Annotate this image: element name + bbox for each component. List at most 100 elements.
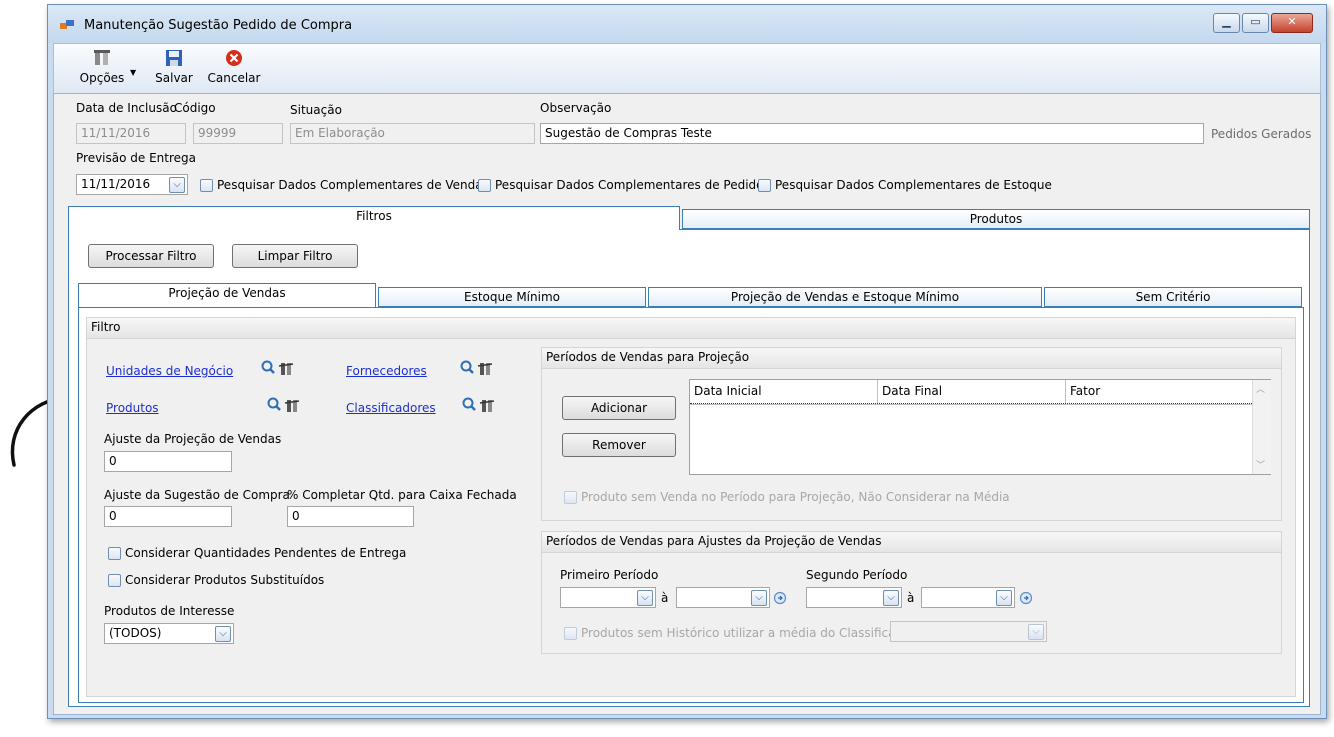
consider-substitutes-checkbox[interactable] bbox=[108, 574, 121, 587]
classifier-select[interactable]: ⌵ bbox=[890, 621, 1047, 642]
maximize-button[interactable]: ▭ bbox=[1242, 13, 1269, 33]
chevron-down-icon[interactable]: ⌵ bbox=[637, 590, 653, 606]
minimize-button[interactable]: ▁ bbox=[1213, 13, 1240, 33]
tab-projection-and-minimum-stock[interactable]: Projeção de Vendas e Estoque Mínimo bbox=[648, 287, 1042, 307]
first-period-start-field[interactable]: ⌵ bbox=[560, 587, 656, 608]
no-sales-label: Produto sem Venda no Período para Projeç… bbox=[581, 490, 1010, 504]
options-button[interactable]: Opções ▼ bbox=[72, 48, 136, 85]
filter-group-title: Filtro bbox=[87, 318, 1295, 339]
products-interest-label: Produtos de Interesse bbox=[104, 604, 235, 618]
inclusion-date-label: Data de Inclusão bbox=[76, 101, 177, 115]
code-label: Código bbox=[174, 101, 216, 115]
second-period-start-field[interactable]: ⌵ bbox=[806, 587, 902, 608]
check-order-label: Pesquisar Dados Complementares de Pedido bbox=[495, 178, 764, 192]
delivery-forecast-label: Previsão de Entrega bbox=[76, 151, 197, 165]
projection-periods-title: Períodos de Vendas para Projeção bbox=[542, 348, 1281, 369]
second-period-label: Segundo Período bbox=[806, 568, 908, 582]
search-icon[interactable] bbox=[261, 360, 297, 376]
sales-projection-adjust-label: Ajuste da Projeção de Vendas bbox=[104, 432, 282, 446]
chevron-up-icon[interactable]: ︿ bbox=[1256, 382, 1265, 395]
clear-date-icon[interactable] bbox=[1019, 591, 1033, 605]
close-button[interactable]: ✕ bbox=[1271, 13, 1313, 33]
check-order-checkbox[interactable] bbox=[478, 179, 491, 192]
check-stock-label: Pesquisar Dados Complementares de Estoqu… bbox=[775, 178, 1052, 192]
first-period-to-label: à bbox=[661, 591, 669, 605]
grid-scrollbar[interactable]: ︿ ﹀ bbox=[1252, 380, 1271, 474]
products-link[interactable]: Produtos bbox=[106, 401, 159, 415]
no-history-checkbox[interactable] bbox=[564, 627, 577, 640]
consider-pending-label: Considerar Quantidades Pendentes de Entr… bbox=[125, 546, 407, 560]
tab-no-criteria[interactable]: Sem Critério bbox=[1044, 287, 1302, 307]
delivery-forecast-value: 11/11/2016 bbox=[81, 177, 151, 191]
second-period-end-field[interactable]: ⌵ bbox=[921, 587, 1015, 608]
check-sales-checkbox[interactable] bbox=[200, 179, 213, 192]
first-period-end-field[interactable]: ⌵ bbox=[676, 587, 770, 608]
no-sales-checkbox[interactable] bbox=[564, 491, 577, 504]
toolbar: Opções ▼ Salvar Cancelar bbox=[53, 43, 1321, 95]
no-history-label: Produtos sem Histórico utilizar a média … bbox=[581, 626, 916, 640]
second-period-to-label: à bbox=[907, 591, 915, 605]
process-filter-button[interactable]: Processar Filtro bbox=[88, 244, 214, 268]
clear-filter-button[interactable]: Limpar Filtro bbox=[232, 244, 358, 268]
code-field[interactable]: 99999 bbox=[193, 123, 283, 144]
chevron-down-icon[interactable]: ⌵ bbox=[215, 626, 231, 642]
search-icon[interactable] bbox=[460, 360, 496, 376]
cancel-icon bbox=[226, 50, 242, 66]
options-label: Opções bbox=[79, 71, 125, 85]
grid-header: Data Inicial Data Final Fator bbox=[690, 380, 1252, 405]
adjust-periods-title: Períodos de Vendas para Ajustes da Proje… bbox=[542, 532, 1281, 553]
notes-label: Observação bbox=[540, 101, 612, 115]
purchase-suggestion-adjust-field[interactable]: 0 bbox=[104, 506, 232, 527]
tools-icon bbox=[94, 50, 110, 65]
check-stock-checkbox[interactable] bbox=[758, 179, 771, 192]
column-start-date[interactable]: Data Inicial bbox=[690, 380, 878, 404]
cancel-label: Cancelar bbox=[207, 71, 261, 85]
notes-field[interactable]: Sugestão de Compras Teste bbox=[540, 123, 1204, 144]
status-field[interactable]: Em Elaboração bbox=[290, 123, 535, 144]
clear-date-icon[interactable] bbox=[773, 591, 787, 605]
chevron-down-icon[interactable]: ⌵ bbox=[751, 590, 767, 606]
add-period-button[interactable]: Adicionar bbox=[562, 396, 676, 420]
check-sales-label: Pesquisar Dados Complementares de Venda bbox=[217, 178, 483, 192]
first-period-label: Primeiro Período bbox=[560, 568, 659, 582]
complete-box-field[interactable]: 0 bbox=[287, 506, 414, 527]
delivery-forecast-field[interactable]: 11/11/2016 ⌵ bbox=[76, 174, 188, 195]
chevron-down-icon[interactable]: ⌵ bbox=[1028, 624, 1044, 640]
column-end-date[interactable]: Data Final bbox=[878, 380, 1066, 404]
orders-generated-label: Pedidos Gerados bbox=[1211, 127, 1312, 141]
chevron-down-icon[interactable]: ▼ bbox=[130, 68, 136, 77]
tab-sales-projection[interactable]: Projeção de Vendas bbox=[78, 283, 376, 307]
title-bar: Manutenção Sugestão Pedido de Compra ▁ ▭… bbox=[48, 5, 1326, 43]
consider-pending-checkbox[interactable] bbox=[108, 547, 121, 560]
complete-box-label: % Completar Qtd. para Caixa Fechada bbox=[287, 488, 517, 502]
purchase-suggestion-adjust-label: Ajuste da Sugestão de Compra bbox=[104, 488, 290, 502]
search-icon[interactable] bbox=[462, 397, 498, 413]
window-title: Manutenção Sugestão Pedido de Compra bbox=[84, 18, 353, 33]
status-label: Situação bbox=[290, 103, 342, 117]
tab-products[interactable]: Produtos bbox=[682, 209, 1310, 229]
sales-projection-adjust-field[interactable]: 0 bbox=[104, 451, 232, 472]
search-icon[interactable] bbox=[267, 397, 303, 413]
app-icon bbox=[60, 20, 74, 29]
business-units-link[interactable]: Unidades de Negócio bbox=[106, 364, 233, 378]
save-label: Salvar bbox=[155, 71, 193, 85]
projection-periods-grid[interactable]: Data Inicial Data Final Fator ︿ ﹀ bbox=[689, 379, 1271, 475]
chevron-down-icon[interactable]: ⌵ bbox=[996, 590, 1012, 606]
tab-minimum-stock[interactable]: Estoque Mínimo bbox=[378, 287, 646, 307]
chevron-down-icon[interactable]: ⌵ bbox=[883, 590, 899, 606]
remove-period-button[interactable]: Remover bbox=[562, 433, 676, 457]
floppy-disk-icon bbox=[166, 50, 182, 66]
grid-focus-line bbox=[690, 403, 1252, 405]
form-content: Data de Inclusão Código Situação Observa… bbox=[53, 93, 1321, 715]
save-button[interactable]: Salvar bbox=[150, 48, 198, 85]
cancel-button[interactable]: Cancelar bbox=[204, 48, 264, 85]
inclusion-date-field[interactable]: 11/11/2016 bbox=[76, 123, 186, 144]
column-factor[interactable]: Fator bbox=[1066, 380, 1252, 404]
chevron-down-icon[interactable]: ﹀ bbox=[1256, 458, 1265, 471]
classifiers-link[interactable]: Classificadores bbox=[346, 401, 436, 415]
products-interest-value: (TODOS) bbox=[109, 626, 162, 640]
products-interest-select[interactable]: (TODOS) ⌵ bbox=[104, 623, 234, 644]
tab-filters[interactable]: Filtros bbox=[68, 206, 680, 230]
chevron-down-icon[interactable]: ⌵ bbox=[169, 177, 185, 193]
suppliers-link[interactable]: Fornecedores bbox=[346, 364, 427, 378]
